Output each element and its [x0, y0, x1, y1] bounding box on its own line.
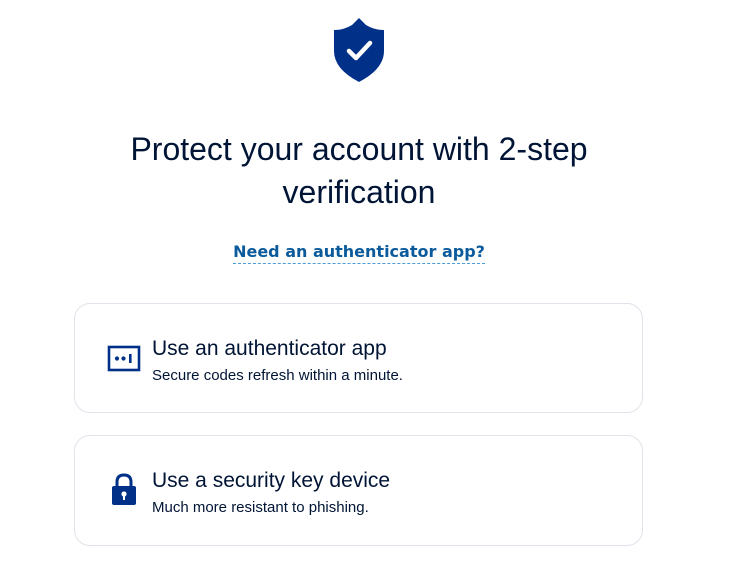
authenticator-app-icon [107, 342, 141, 376]
page-title: Protect your account with 2-step verific… [130, 131, 588, 210]
option-description: Secure codes refresh within a minute. [152, 367, 403, 384]
option-description: Much more resistant to phishing. [152, 499, 369, 516]
need-authenticator-app-link[interactable]: Need an authenticator app? [233, 242, 485, 264]
shield-check-icon [333, 17, 385, 83]
padlock-icon [107, 472, 141, 506]
option-title: Use a security key device [152, 469, 391, 492]
option-title: Use an authenticator app [152, 337, 387, 360]
option-security-key[interactable]: Use a security key device Much more resi… [74, 435, 643, 546]
option-authenticator-app[interactable]: Use an authenticator app Secure codes re… [74, 303, 643, 413]
help-link-container: Need an authenticator app? [0, 241, 718, 264]
